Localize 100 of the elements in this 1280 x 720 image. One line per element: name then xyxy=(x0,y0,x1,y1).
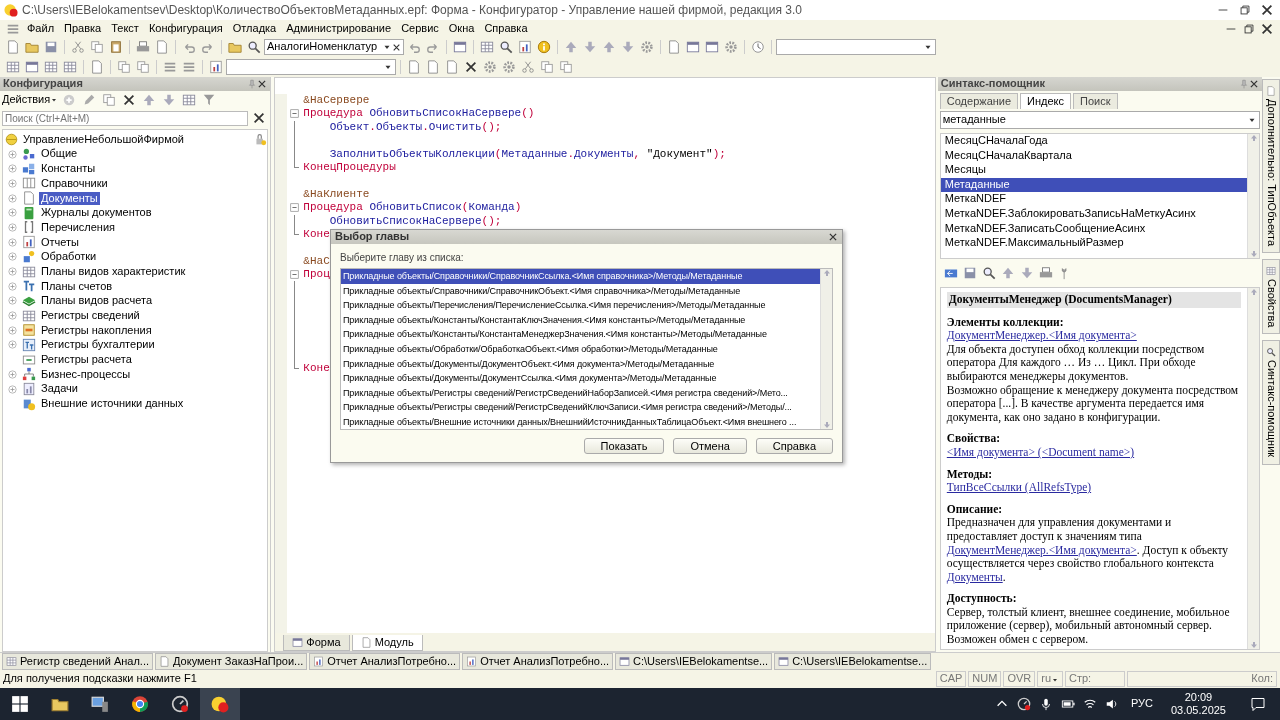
expand-icon[interactable] xyxy=(6,176,19,190)
index-item[interactable]: МесяцСНачалаКвартала xyxy=(940,148,1248,164)
window-icon[interactable] xyxy=(25,60,39,74)
tree-item[interactable]: Планы счетов xyxy=(39,279,115,293)
search-icon[interactable] xyxy=(247,40,261,54)
document-icon[interactable] xyxy=(407,60,421,74)
arrow-up-icon[interactable] xyxy=(602,40,616,54)
copy-icon[interactable] xyxy=(117,60,131,74)
index-item[interactable]: МесяцСНачалаГода xyxy=(940,134,1248,149)
index-item[interactable]: МеткаNDEF xyxy=(940,192,1248,207)
arrow-up-icon[interactable] xyxy=(142,93,157,107)
clock-icon[interactable] xyxy=(751,40,765,54)
language-indicator[interactable]: РУС xyxy=(1130,697,1153,711)
tree-item[interactable]: Бизнес-процессы xyxy=(39,367,133,381)
arrow-down-icon[interactable] xyxy=(621,40,635,54)
clear-button[interactable] xyxy=(252,111,267,125)
menu-item[interactable]: Конфигурация xyxy=(143,21,228,36)
window-tab[interactable]: Отчет АнализПотребно... xyxy=(309,652,461,671)
close-icon[interactable] xyxy=(828,232,838,242)
dialog-button[interactable]: Справка xyxy=(755,438,833,454)
expand-icon[interactable] xyxy=(6,162,19,176)
battery-icon[interactable] xyxy=(1060,697,1075,711)
document-icon[interactable] xyxy=(155,40,169,54)
filter-icon[interactable] xyxy=(202,93,217,107)
tree-item[interactable]: Перечисления xyxy=(39,220,117,235)
tab[interactable]: Индекс xyxy=(1020,93,1072,109)
list-item[interactable]: Прикладные объекты/Справочники/СправочникСсылка.<Имя справочника>/Методы/Метаданные xyxy=(341,269,820,284)
tree-item[interactable]: Регистры сведений xyxy=(39,309,142,323)
link[interactable]: ДокументМенеджер.<Имя документа> xyxy=(946,543,1137,556)
expand-icon[interactable] xyxy=(6,265,19,279)
search-icon[interactable] xyxy=(499,40,513,54)
window-tab[interactable]: Отчет АнализПотребно... xyxy=(462,652,614,671)
tab[interactable]: Содержание xyxy=(939,93,1019,109)
list-item[interactable]: Прикладные объекты/Константы/КонстантаКлючЗначения.<Имя константы>/Методы/Метаданные xyxy=(341,312,820,328)
gear-icon[interactable] xyxy=(724,40,738,54)
expand-icon[interactable] xyxy=(6,235,19,249)
menu-item[interactable]: Справка xyxy=(479,21,533,36)
scroll-down-icon[interactable] xyxy=(822,421,831,429)
scroll-up-icon[interactable] xyxy=(1249,134,1258,142)
arrow-down-icon[interactable] xyxy=(583,40,597,54)
tree-item[interactable]: Планы видов характеристик xyxy=(39,264,188,279)
app-icon[interactable] xyxy=(200,688,240,720)
notification-icon[interactable] xyxy=(1250,696,1266,712)
list-item[interactable]: Прикладные объекты/Документы/ДокументСсылка.<Имя документа>/Методы/Метаданные xyxy=(341,371,820,386)
arrow-up-icon[interactable] xyxy=(564,40,578,54)
side-tab[interactable]: Синтакс-помощник xyxy=(1262,340,1280,465)
search-field[interactable]: Поиск (Ctrl+Alt+M) xyxy=(2,110,249,126)
table-icon[interactable] xyxy=(63,60,77,74)
table-icon[interactable] xyxy=(44,60,58,74)
restore-button[interactable] xyxy=(1238,3,1252,17)
dialog-button[interactable]: Показать xyxy=(583,438,665,454)
tree-item[interactable]: Справочники xyxy=(39,176,110,190)
tree-item[interactable]: Журналы документов xyxy=(39,206,154,220)
expand-icon[interactable] xyxy=(6,382,19,396)
language-button[interactable]: ru xyxy=(1037,671,1063,687)
document-icon[interactable] xyxy=(667,40,681,54)
document-icon[interactable] xyxy=(445,60,459,74)
expand-icon[interactable] xyxy=(6,294,19,308)
list-item[interactable]: Прикладные объекты/Документы/ДокументОбъект.<Имя документа>/Методы/Метаданные xyxy=(341,356,820,372)
gauge-icon[interactable] xyxy=(1016,697,1031,711)
expand-icon[interactable] xyxy=(6,220,19,234)
arrow-down-icon[interactable] xyxy=(162,93,177,107)
info-icon[interactable] xyxy=(537,40,551,54)
save-icon[interactable] xyxy=(962,266,977,280)
cut-icon[interactable] xyxy=(521,60,535,74)
copy-icon[interactable] xyxy=(540,60,554,74)
document-icon[interactable] xyxy=(90,60,104,74)
window-icon[interactable] xyxy=(705,40,719,54)
link[interactable]: ДокументМенеджер.<Имя документа> xyxy=(946,329,1137,342)
scroll-down-icon[interactable] xyxy=(1249,641,1258,649)
delete-icon[interactable] xyxy=(122,93,137,107)
close-button[interactable] xyxy=(1260,3,1274,17)
pencil-icon[interactable] xyxy=(82,93,97,107)
menu-item[interactable]: Текст xyxy=(106,21,144,36)
list-item[interactable]: Прикладные объекты/Регистры сведений/РегистрСведенийКлючЗаписи.<Имя регистра сведений>/Методы/... xyxy=(341,400,820,415)
link[interactable]: <Имя документа> (<Document name>) xyxy=(946,445,1135,458)
expand-icon[interactable] xyxy=(6,309,19,323)
side-tab[interactable]: Свойства xyxy=(1262,259,1280,335)
tab[interactable]: Поиск xyxy=(1073,93,1118,109)
search-icon[interactable] xyxy=(981,266,996,280)
expand-icon[interactable] xyxy=(6,147,19,161)
index-item[interactable]: МеткаNDEF.ЗаписатьСообщениеАсинх xyxy=(940,221,1248,237)
collapse-icon[interactable] xyxy=(289,268,301,280)
save-icon[interactable] xyxy=(44,40,58,54)
list-item[interactable]: Прикладные объекты/Регистры сведений/РегистрСведенийНаборЗаписей.<Имя регистра сведений>/Мето... xyxy=(341,385,820,401)
scroll-up-icon[interactable] xyxy=(1249,288,1258,296)
table-icon[interactable] xyxy=(182,93,197,107)
menu-item[interactable]: Сервис xyxy=(396,21,444,36)
copy-icon[interactable] xyxy=(90,40,104,54)
copy-icon[interactable] xyxy=(136,60,150,74)
link[interactable]: ТипВсеСсылки (AllRefsType) xyxy=(946,481,1092,494)
tree-item[interactable]: Внешние источники данных xyxy=(39,397,186,411)
table-icon[interactable] xyxy=(6,60,20,74)
lines-icon[interactable] xyxy=(163,60,177,74)
document-icon[interactable] xyxy=(6,40,20,54)
paste-icon[interactable] xyxy=(109,40,123,54)
tree-item[interactable]: Отчеты xyxy=(39,235,82,249)
close-button[interactable] xyxy=(1260,21,1274,36)
editor-tab[interactable]: Модуль xyxy=(351,634,423,651)
expand-icon[interactable] xyxy=(6,367,19,381)
